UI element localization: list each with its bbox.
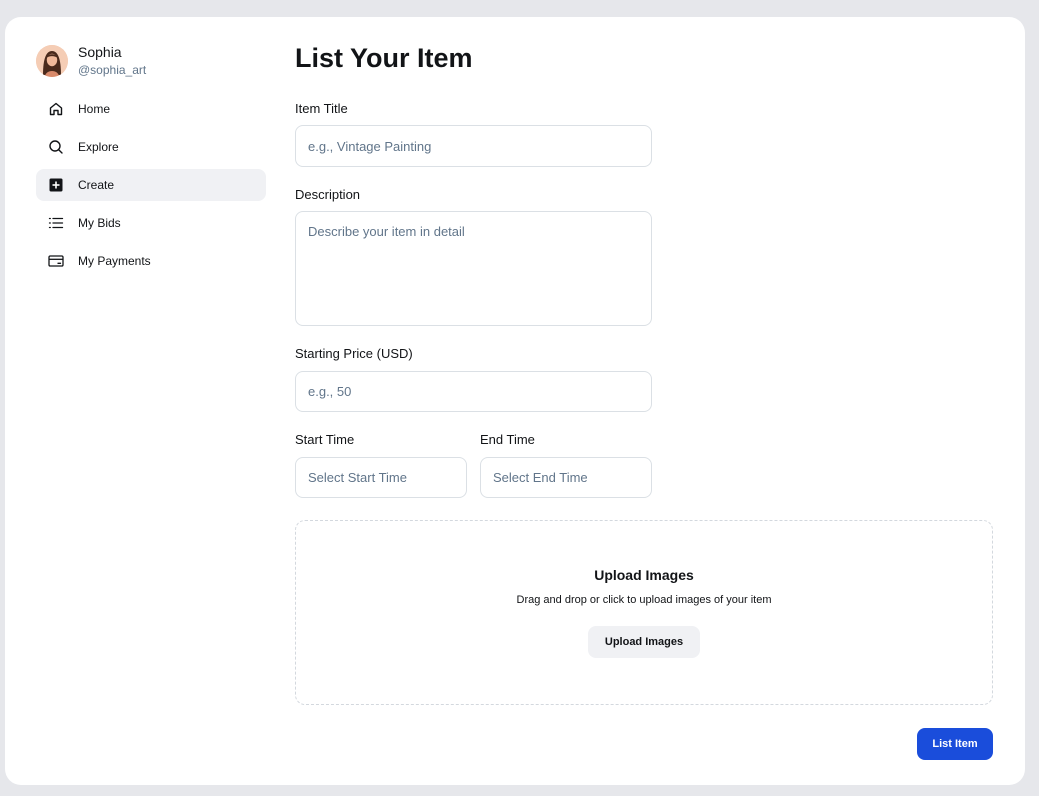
sidebar-nav: Home Explore Create My Bids My Payments [36, 93, 266, 283]
sidebar-item-label: Explore [78, 140, 119, 154]
upload-images-button[interactable]: Upload Images [588, 626, 700, 658]
description-textarea[interactable] [295, 211, 652, 326]
upload-title: Upload Images [594, 567, 694, 583]
item-title-input[interactable] [295, 125, 652, 167]
home-icon [48, 101, 64, 117]
credit-card-icon [48, 253, 64, 269]
list-item-button[interactable]: List Item [917, 728, 993, 760]
list-icon [48, 215, 64, 231]
avatar [36, 45, 68, 77]
end-time-input[interactable] [480, 457, 652, 498]
sidebar-item-my-bids[interactable]: My Bids [36, 207, 266, 239]
sidebar-item-label: My Bids [78, 216, 121, 230]
sidebar-item-label: Create [78, 178, 115, 192]
upload-dropzone[interactable]: Upload Images Drag and drop or click to … [295, 520, 993, 705]
sidebar-item-create[interactable]: Create [36, 169, 266, 201]
sidebar-item-my-payments[interactable]: My Payments [36, 245, 266, 277]
start-time-label: Start Time [295, 432, 355, 447]
end-time-label: End Time [480, 432, 535, 447]
page-title: List Your Item [295, 43, 473, 73]
starting-price-input[interactable] [295, 371, 652, 412]
user-name: Sophia [78, 44, 122, 60]
user-profile[interactable]: Sophia @sophia_art [36, 44, 146, 78]
item-title-label: Item Title [295, 101, 348, 116]
upload-subtitle: Drag and drop or click to upload images … [516, 594, 772, 606]
plus-square-icon [48, 177, 64, 193]
starting-price-label: Starting Price (USD) [295, 346, 413, 361]
sidebar-item-label: Home [78, 102, 111, 116]
sidebar-item-home[interactable]: Home [36, 93, 266, 125]
user-handle: @sophia_art [78, 63, 147, 77]
app-window: Sophia @sophia_art Home Explore Create M… [5, 17, 1025, 785]
search-icon [48, 139, 64, 155]
description-label: Description [295, 187, 361, 202]
sidebar-item-label: My Payments [78, 254, 151, 268]
sidebar-item-explore[interactable]: Explore [36, 131, 266, 163]
start-time-input[interactable] [295, 457, 467, 498]
